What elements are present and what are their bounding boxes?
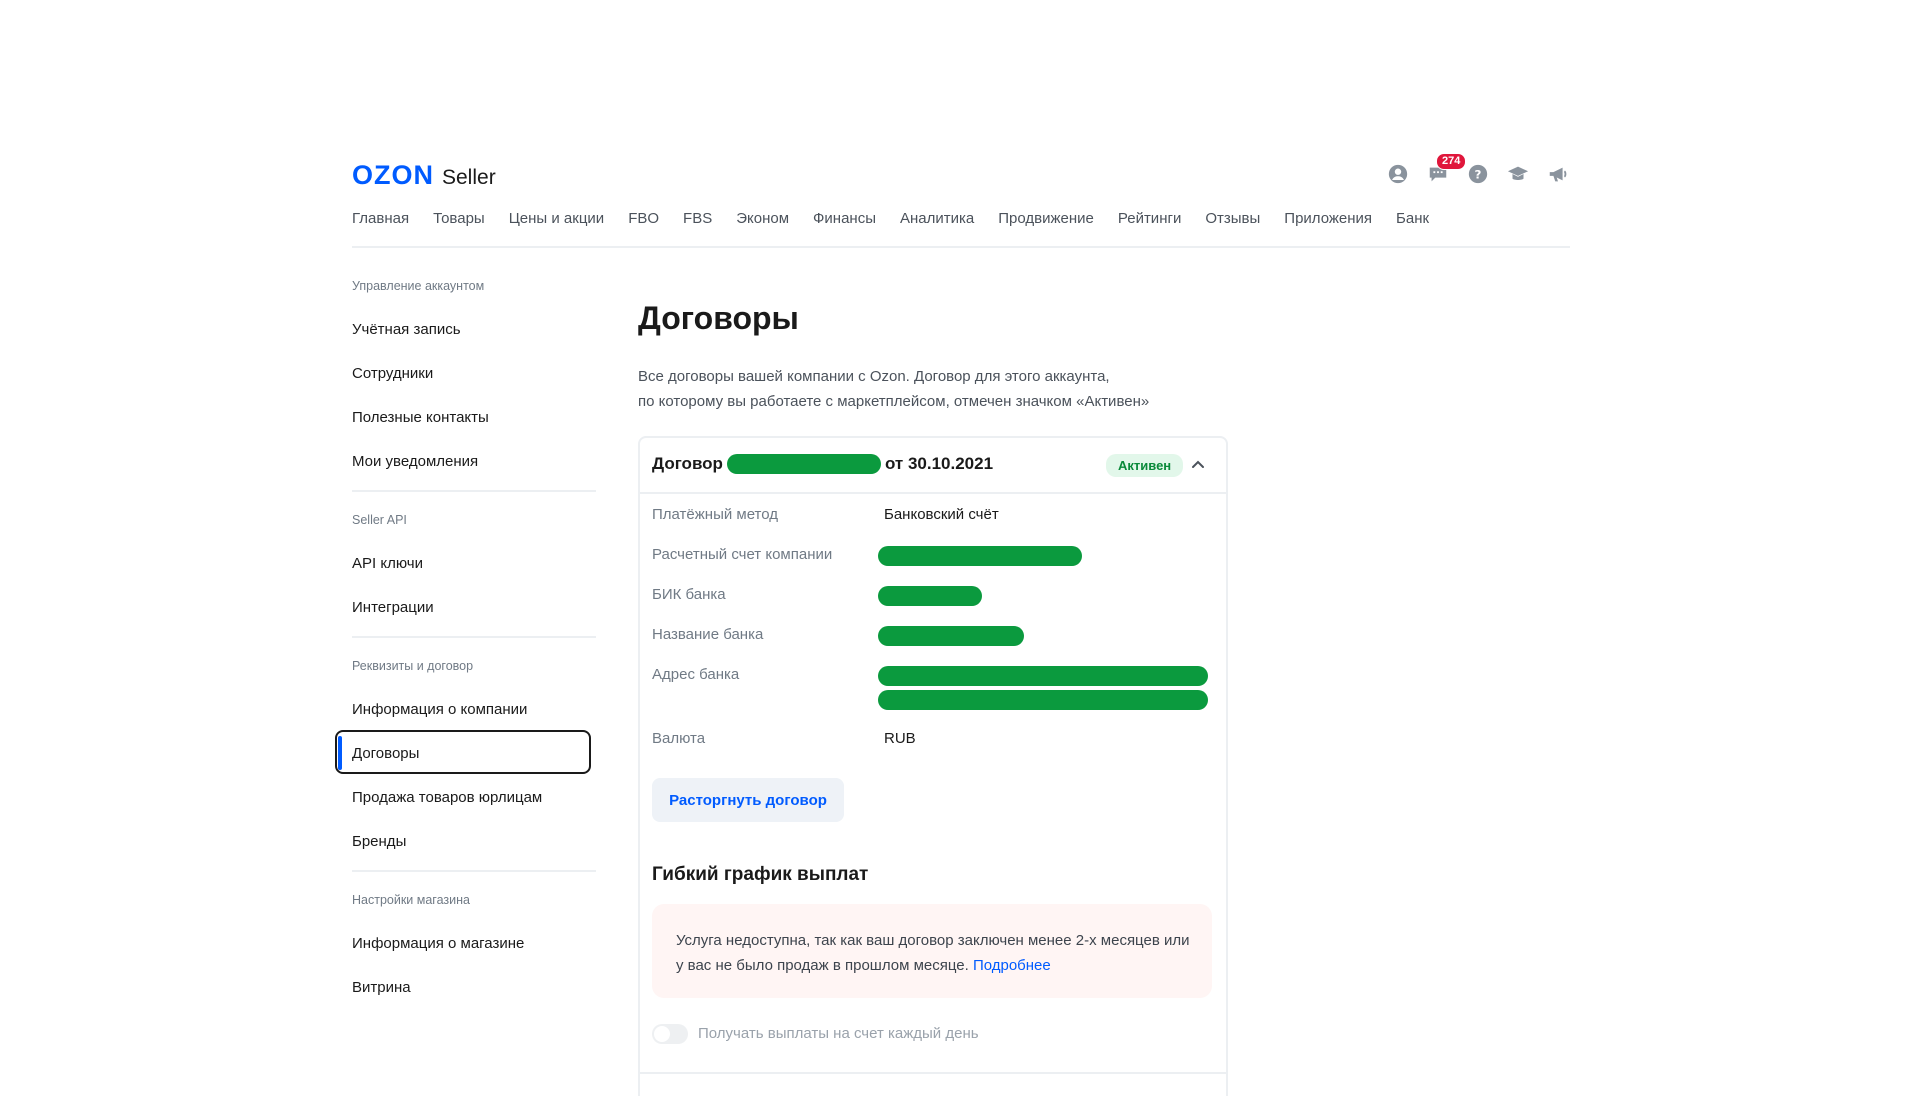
more-info-link[interactable]: Подробнее: [973, 957, 1051, 974]
nav-apps[interactable]: Приложения: [1284, 210, 1372, 227]
bank-address-label: Адрес банка: [652, 666, 740, 683]
page-title: Договоры: [638, 300, 799, 336]
sidebar-item-contacts[interactable]: Полезные контакты: [352, 396, 596, 440]
user-icon[interactable]: [1386, 162, 1410, 186]
contract-card: Договор от 30.10.2021 Активен Платёжный …: [638, 436, 1228, 1096]
sidebar-item-notifications[interactable]: Мои уведомления: [352, 440, 596, 484]
sidebar-section-title: Настройки магазина: [352, 893, 470, 907]
contract-title-prefix: Договор: [652, 454, 723, 473]
notice-message: Услуга недоступна, так как ваш договор з…: [676, 932, 1190, 974]
sidebar-item-integrations[interactable]: Интеграции: [352, 586, 596, 630]
sidebar-item-showcase[interactable]: Витрина: [352, 966, 596, 1010]
help-icon[interactable]: ?: [1466, 162, 1490, 186]
status-badge: Активен: [1106, 454, 1184, 477]
payment-method-label: Платёжный метод: [652, 506, 779, 523]
payment-method-value: Банковский счёт: [884, 506, 999, 523]
sidebar-section-title: Seller API: [352, 513, 407, 527]
redacted-bank-address: [878, 666, 1208, 686]
sidebar-item-employees[interactable]: Сотрудники: [352, 352, 596, 396]
nav-fbs[interactable]: FBS: [683, 210, 712, 227]
currency-value: RUB: [884, 730, 916, 747]
sidebar-divider: [352, 636, 596, 638]
redacted-bank-name: [878, 626, 1024, 646]
nav-promotion[interactable]: Продвижение: [998, 210, 1094, 227]
nav-home[interactable]: Главная: [352, 210, 409, 227]
logo-product: Seller: [442, 166, 496, 189]
header: OZON Seller 274 ? Главная Товары Цены и …: [352, 148, 1570, 248]
bank-name-label: Название банка: [652, 626, 764, 643]
sidebar-item-api-keys[interactable]: API ключи: [352, 542, 596, 586]
main-nav: Главная Товары Цены и акции FBO FBS Экон…: [352, 210, 1429, 227]
top-blank-area: [0, 0, 1920, 148]
logo[interactable]: OZON Seller: [352, 160, 496, 191]
nav-analytics[interactable]: Аналитика: [900, 210, 974, 227]
contract-card-header[interactable]: Договор от 30.10.2021 Активен: [640, 438, 1226, 494]
megaphone-icon[interactable]: [1546, 162, 1570, 186]
nav-bank[interactable]: Банк: [1396, 210, 1429, 227]
notice-text: Услуга недоступна, так как ваш договор з…: [676, 928, 1196, 978]
contract-date: от 30.10.2021: [884, 454, 994, 473]
nav-ratings[interactable]: Рейтинги: [1118, 210, 1181, 227]
redacted-contract-number: [726, 454, 881, 474]
nav-finance[interactable]: Финансы: [813, 210, 876, 227]
daily-payout-label: Получать выплаты на счет каждый день: [698, 1025, 979, 1042]
sidebar-item-company-info[interactable]: Информация о компании: [352, 688, 596, 732]
sidebar-section-title: Реквизиты и договор: [352, 659, 474, 673]
sidebar-divider: [352, 490, 596, 492]
sidebar-divider: [352, 870, 596, 872]
page-description: Все договоры вашей компании с Ozon. Дого…: [638, 364, 1258, 414]
terminate-contract-button[interactable]: Расторгнуть договор: [652, 778, 844, 822]
chevron-up-icon[interactable]: [1188, 454, 1208, 474]
daily-payout-toggle[interactable]: [652, 1024, 688, 1044]
chat-icon[interactable]: 274: [1426, 153, 1467, 186]
card-divider: [640, 1072, 1226, 1074]
page: OZON Seller 274 ? Главная Товары Цены и …: [335, 148, 1570, 1096]
notice-box: Услуга недоступна, так как ваш договор з…: [652, 904, 1212, 998]
contract-title: Договор от 30.10.2021: [652, 454, 993, 474]
account-label: Расчетный счет компании: [652, 546, 833, 563]
notifications-badge: 274: [1436, 153, 1467, 170]
redacted-bik: [878, 586, 982, 606]
redacted-bank-address: [878, 690, 1208, 710]
sidebar-item-contracts[interactable]: Договоры: [335, 730, 596, 776]
nav-prices[interactable]: Цены и акции: [509, 210, 604, 227]
description-line: Все договоры вашей компании с Ozon. Дого…: [638, 368, 1110, 385]
nav-fbo[interactable]: FBO: [628, 210, 659, 227]
header-icons: 274 ?: [1386, 153, 1570, 186]
sidebar-item-b2b-sales[interactable]: Продажа товаров юрлицам: [352, 776, 596, 820]
nav-reviews[interactable]: Отзывы: [1205, 210, 1260, 227]
currency-label: Валюта: [652, 730, 706, 747]
svg-text:?: ?: [1475, 168, 1482, 182]
sidebar-section-title: Управление аккаунтом: [352, 279, 485, 293]
description-line: по которому вы работаете с маркетплейсом…: [638, 393, 1150, 410]
sidebar-item-store-info[interactable]: Информация о магазине: [352, 922, 596, 966]
sidebar: Управление аккаунтом Учётная запись Сотр…: [335, 274, 596, 1010]
bik-label: БИК банка: [652, 586, 726, 603]
logo-brand: OZON: [352, 160, 434, 190]
flex-payments-title: Гибкий график выплат: [652, 864, 869, 885]
graduation-cap-icon[interactable]: [1506, 162, 1530, 186]
sidebar-item-account[interactable]: Учётная запись: [352, 308, 596, 352]
nav-products[interactable]: Товары: [433, 210, 485, 227]
sidebar-item-brands[interactable]: Бренды: [352, 820, 596, 864]
nav-econom[interactable]: Эконом: [736, 210, 789, 227]
redacted-account: [878, 546, 1082, 566]
